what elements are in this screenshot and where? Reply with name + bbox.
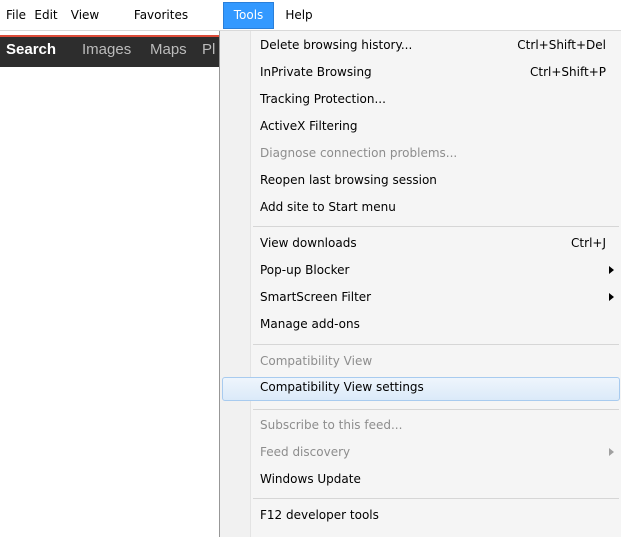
menu-edit[interactable]: Edit	[34, 2, 58, 29]
menu-item-diagnose-connection: Diagnose connection problems...	[260, 146, 458, 160]
menu-help[interactable]: Help	[281, 2, 317, 29]
menu-item-popup-blocker[interactable]: Pop-up Blocker	[222, 260, 620, 284]
menu-item-compatibility-view: Compatibility View	[260, 354, 373, 368]
submenu-arrow-icon	[609, 448, 614, 456]
menu-item-compatibility-view-settings[interactable]: Compatibility View settings	[222, 377, 620, 401]
menu-item-subscribe-feed: Subscribe to this feed...	[260, 418, 403, 432]
menu-separator	[253, 498, 619, 499]
menu-item-smartscreen-filter[interactable]: SmartScreen Filter	[222, 287, 620, 311]
menu-item-reopen-last-session[interactable]: Reopen last browsing session	[222, 170, 620, 194]
menu-item-manage-addons[interactable]: Manage add-ons	[222, 314, 620, 338]
menu-file[interactable]: File	[4, 2, 28, 29]
google-link-search[interactable]: Search	[6, 41, 56, 58]
menu-bar: File Edit View Favorites Tools Help	[0, 0, 621, 31]
google-link-play[interactable]: Pl	[202, 41, 215, 58]
menu-item-windows-update[interactable]: Windows Update	[222, 469, 620, 493]
menu-item-feed-discovery: Feed discovery	[222, 442, 620, 466]
menu-item-f12-developer-tools[interactable]: F12 developer tools	[222, 505, 620, 529]
menu-view[interactable]: View	[66, 2, 104, 29]
menu-item-inprivate-browsing[interactable]: InPrivate Browsing Ctrl+Shift+P	[222, 62, 620, 86]
submenu-arrow-icon	[609, 266, 614, 274]
tools-menu: Delete browsing history... Ctrl+Shift+De…	[219, 31, 621, 537]
menu-item-delete-browsing-history[interactable]: Delete browsing history... Ctrl+Shift+De…	[222, 35, 620, 59]
google-link-images[interactable]: Images	[82, 41, 131, 58]
menu-favorites[interactable]: Favorites	[111, 2, 211, 29]
menu-item-add-site-start-menu[interactable]: Add site to Start menu	[222, 197, 620, 221]
menu-separator	[253, 409, 619, 410]
menu-item-activex-filtering[interactable]: ActiveX Filtering	[222, 116, 620, 140]
menu-item-tracking-protection[interactable]: Tracking Protection...	[222, 89, 620, 113]
menu-separator	[253, 344, 619, 345]
menu-item-view-downloads[interactable]: View downloads Ctrl+J	[222, 233, 620, 257]
menu-separator	[253, 226, 619, 227]
google-link-maps[interactable]: Maps	[150, 41, 187, 58]
google-bar: Search Images Maps Pl	[0, 35, 219, 67]
menu-tools[interactable]: Tools	[223, 2, 274, 29]
submenu-arrow-icon	[609, 293, 614, 301]
